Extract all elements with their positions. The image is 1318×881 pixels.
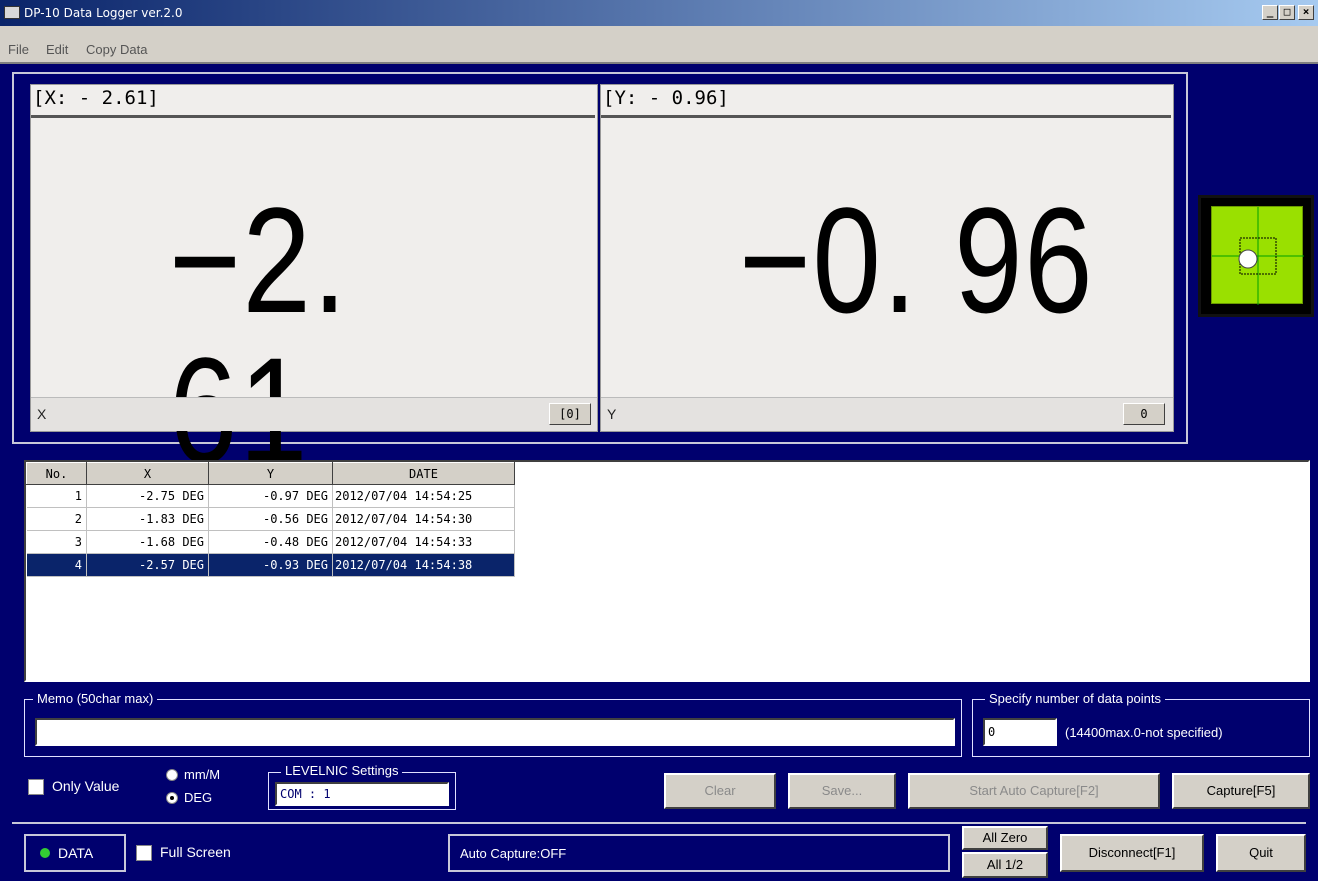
data-points-group: Specify number of data points 0 (14400ma… — [972, 691, 1310, 757]
table-row[interactable]: 1 -2.75 DEG -0.97 DEG 2012/07/04 14:54:2… — [26, 484, 515, 508]
levelnic-com-field[interactable]: COM : 1 — [275, 782, 449, 806]
memo-group: Memo (50char max) — [24, 691, 962, 757]
cell-date: 2012/07/04 14:54:33 — [332, 530, 515, 554]
auto-capture-status: Auto Capture:OFF — [448, 834, 950, 872]
data-status: DATA — [24, 834, 126, 872]
level-bubble-area — [1211, 206, 1304, 305]
levelnic-legend: LEVELNIC Settings — [281, 763, 403, 778]
memo-input[interactable] — [35, 718, 955, 746]
x-footer: X [0] — [31, 397, 597, 431]
x-value-display: −2. 61 — [169, 176, 349, 485]
all-zero-button[interactable]: All Zero — [962, 826, 1048, 850]
all-half-button[interactable]: All 1/2 — [962, 852, 1048, 878]
cell-x: -1.68 DEG — [86, 530, 209, 554]
full-screen-checkbox[interactable] — [136, 845, 152, 861]
menu-copy-data[interactable]: Copy Data — [86, 42, 147, 57]
cell-no: 4 — [26, 553, 87, 577]
only-value-label: Only Value — [52, 778, 120, 794]
level-indicator — [1198, 195, 1314, 317]
only-value-checkbox[interactable] — [28, 779, 44, 795]
menu-file[interactable]: File — [8, 42, 29, 57]
cell-date: 2012/07/04 14:54:30 — [332, 507, 515, 531]
y-footer: Y 0 — [601, 397, 1173, 431]
y-readout-panel: [Y: - 0.96] −0. 96 Y 0 — [600, 84, 1174, 432]
quit-button[interactable]: Quit — [1216, 834, 1306, 872]
status-divider — [12, 822, 1306, 824]
x-zero-button[interactable]: [0] — [549, 403, 591, 425]
data-table-area[interactable]: No. X Y DATE 1 -2.75 DEG -0.97 DEG 2012/… — [24, 460, 1310, 682]
y-value-display: −0. 96 — [739, 176, 1095, 344]
unit-mm-label: mm/M — [184, 767, 221, 782]
unit-deg-label: DEG — [184, 790, 213, 805]
x-header: [X: - 2.61] — [33, 87, 159, 109]
minimize-icon[interactable]: _ — [1262, 5, 1278, 20]
table-row[interactable]: 3 -1.68 DEG -0.48 DEG 2012/07/04 14:54:3… — [26, 530, 515, 554]
data-points-hint: (14400max.0-not specified) — [1065, 725, 1223, 740]
table-row[interactable]: 2 -1.83 DEG -0.56 DEG 2012/07/04 14:54:3… — [26, 507, 515, 531]
cell-date: 2012/07/04 14:54:38 — [332, 553, 515, 577]
unit-deg-radio[interactable] — [166, 792, 178, 804]
unit-mm-radio[interactable] — [166, 769, 178, 781]
cell-no: 3 — [26, 530, 87, 554]
cell-x: -2.75 DEG — [86, 484, 209, 508]
memo-legend: Memo (50char max) — [33, 691, 158, 706]
column-header-date[interactable]: DATE — [332, 462, 515, 485]
data-status-label: DATA — [58, 845, 94, 861]
y-zero-button[interactable]: 0 — [1123, 403, 1165, 425]
clear-button[interactable]: Clear — [664, 773, 776, 809]
capture-button[interactable]: Capture[F5] — [1172, 773, 1310, 809]
data-points-input[interactable]: 0 — [983, 718, 1057, 746]
y-header-divider — [601, 115, 1171, 118]
menu-edit[interactable]: Edit — [46, 42, 68, 57]
x-readout-panel: [X: - 2.61] −2. 61 X [0] — [30, 84, 598, 485]
app-icon — [4, 6, 20, 19]
x-header-divider — [31, 115, 595, 118]
x-axis-label: X — [37, 406, 47, 422]
crosshair-icon — [1212, 207, 1304, 305]
disconnect-button[interactable]: Disconnect[F1] — [1060, 834, 1204, 872]
cell-x: -1.83 DEG — [86, 507, 209, 531]
y-axis-label: Y — [607, 406, 617, 422]
cell-y: -0.56 DEG — [208, 507, 333, 531]
cell-no: 1 — [26, 484, 87, 508]
column-header-x[interactable]: X — [86, 462, 209, 485]
menu-bar: File Edit Copy Data — [0, 26, 1318, 64]
data-points-legend: Specify number of data points — [985, 691, 1165, 706]
levelnic-group: LEVELNIC Settings COM : 1 — [268, 763, 456, 810]
cell-date: 2012/07/04 14:54:25 — [332, 484, 515, 508]
close-icon[interactable]: × — [1298, 5, 1314, 20]
app-window: DP-10 Data Logger ver.2.0 _ □ × File Edi… — [0, 0, 1318, 881]
cell-no: 2 — [26, 507, 87, 531]
window-title: DP-10 Data Logger ver.2.0 — [24, 6, 183, 20]
cell-y: -0.48 DEG — [208, 530, 333, 554]
title-bar: DP-10 Data Logger ver.2.0 _ □ × — [0, 0, 1318, 26]
table-row-selected[interactable]: 4 -2.57 DEG -0.93 DEG 2012/07/04 14:54:3… — [26, 553, 515, 577]
status-led-icon — [40, 848, 50, 858]
start-auto-capture-button[interactable]: Start Auto Capture[F2] — [908, 773, 1160, 809]
maximize-icon[interactable]: □ — [1279, 5, 1295, 20]
save-button[interactable]: Save... — [788, 773, 896, 809]
data-table: No. X Y DATE 1 -2.75 DEG -0.97 DEG 2012/… — [26, 462, 515, 577]
full-screen-label: Full Screen — [160, 844, 231, 860]
cell-x: -2.57 DEG — [86, 553, 209, 577]
y-header: [Y: - 0.96] — [603, 87, 729, 109]
auto-capture-label: Auto Capture:OFF — [460, 846, 567, 861]
column-header-no[interactable]: No. — [26, 462, 87, 485]
cell-y: -0.97 DEG — [208, 484, 333, 508]
cell-y: -0.93 DEG — [208, 553, 333, 577]
column-header-y[interactable]: Y — [208, 462, 333, 485]
